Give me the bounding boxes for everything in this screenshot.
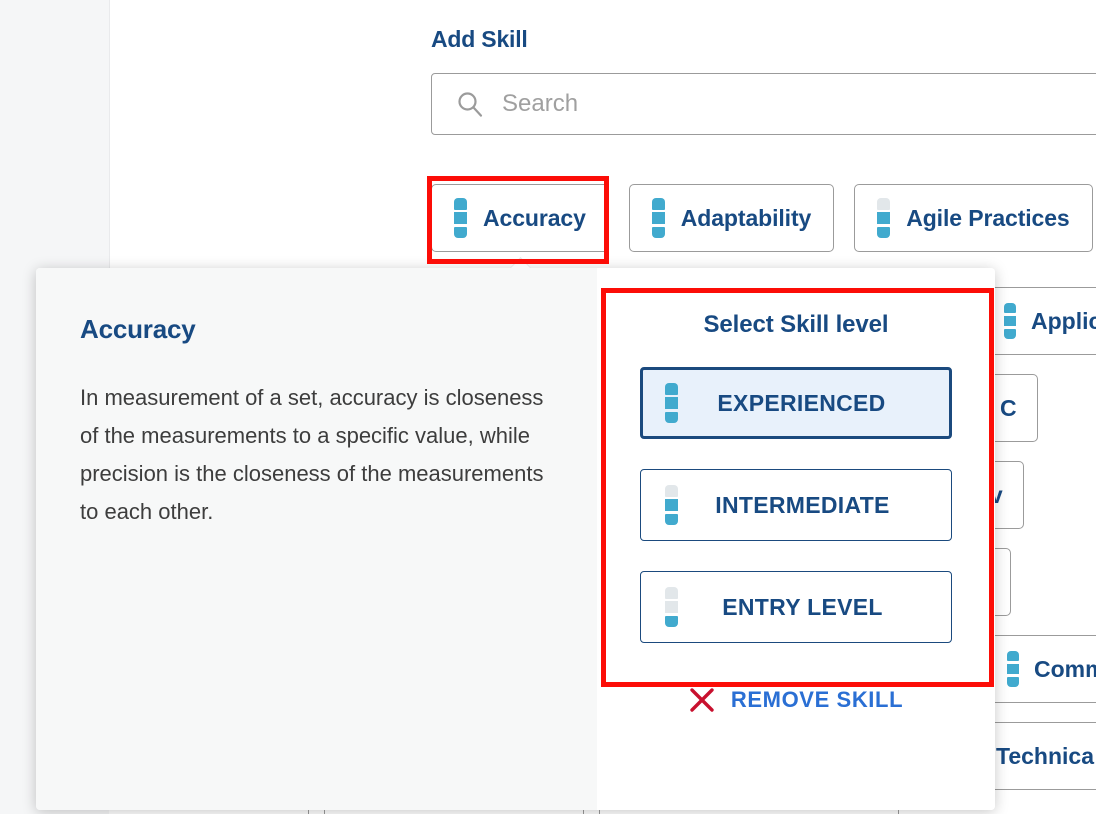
remove-skill-label: REMOVE SKILL bbox=[730, 687, 904, 712]
skill-level-panel: Select Skill level EXPERIENCED INTERMEDI… bbox=[597, 268, 995, 810]
skill-chip-label: Applica bbox=[1031, 307, 1096, 334]
search-field[interactable] bbox=[431, 73, 1096, 135]
remove-skill-button[interactable]: REMOVE SKILL bbox=[689, 687, 903, 713]
skill-chip-language[interactable]: nguage bbox=[995, 548, 1011, 616]
skill-level-indicator bbox=[665, 485, 678, 525]
level-option-experienced[interactable]: EXPERIENCED bbox=[640, 367, 952, 439]
skill-chip-adaptability[interactable]: Adaptability bbox=[628, 184, 835, 252]
level-option-label: ENTRY LEVEL bbox=[722, 593, 883, 620]
level-option-entry-level[interactable]: ENTRY LEVEL bbox=[640, 571, 952, 643]
select-skill-level-heading: Select Skill level bbox=[703, 311, 889, 338]
page-title: Add Skill bbox=[431, 26, 528, 52]
skill-chip-process-improvement[interactable]: ss Improv bbox=[995, 461, 1024, 529]
skill-level-indicator bbox=[665, 383, 678, 423]
skill-chip-business-c[interactable]: usiness C bbox=[995, 374, 1038, 442]
skill-chip-agile-practices[interactable]: Agile Practices bbox=[854, 184, 1093, 252]
skill-description-panel: Accuracy In measurement of a set, accura… bbox=[36, 268, 597, 810]
skill-chip-label: Comm bbox=[1034, 655, 1096, 682]
skill-chip-label: usiness C bbox=[995, 394, 1017, 421]
skill-level-indicator bbox=[665, 587, 678, 627]
skill-detail-popup: Accuracy In measurement of a set, accura… bbox=[36, 268, 995, 810]
level-option-label: INTERMEDIATE bbox=[715, 491, 890, 518]
skill-chip-label: Accuracy bbox=[483, 204, 586, 231]
level-option-label: EXPERIENCED bbox=[717, 389, 886, 416]
skill-level-indicator bbox=[651, 198, 665, 238]
skill-chip-communication[interactable]: Comm bbox=[995, 635, 1096, 703]
skill-chip-application[interactable]: Applica bbox=[995, 287, 1096, 355]
skill-chip-label: Agile Practices bbox=[906, 204, 1070, 231]
skill-name-heading: Accuracy bbox=[80, 314, 196, 344]
popup-caret bbox=[509, 256, 533, 268]
close-x-icon bbox=[690, 688, 714, 712]
skill-description-text: In measurement of a set, accuracy is clo… bbox=[80, 385, 544, 524]
skill-level-indicator bbox=[1007, 651, 1019, 687]
skill-chip-label: ss Improv bbox=[995, 481, 1003, 508]
skill-chip-label: Adaptability bbox=[680, 204, 812, 231]
skill-chip-technical[interactable]: Technica bbox=[995, 722, 1096, 790]
skill-chip-label: Technica bbox=[996, 742, 1094, 769]
search-input[interactable] bbox=[500, 83, 1064, 125]
skill-chip-row: Accuracy Adaptability Agile Practices bbox=[431, 184, 1093, 252]
occluded-chip-column: Applica usiness C ss Improv nguage Comm … bbox=[995, 271, 1096, 814]
skill-level-indicator bbox=[1004, 303, 1016, 339]
level-option-intermediate[interactable]: INTERMEDIATE bbox=[640, 469, 952, 541]
skill-chip-accuracy[interactable]: Accuracy bbox=[431, 184, 609, 252]
skill-level-indicator bbox=[454, 198, 467, 238]
skill-level-indicator bbox=[877, 198, 891, 238]
search-icon bbox=[458, 92, 483, 117]
